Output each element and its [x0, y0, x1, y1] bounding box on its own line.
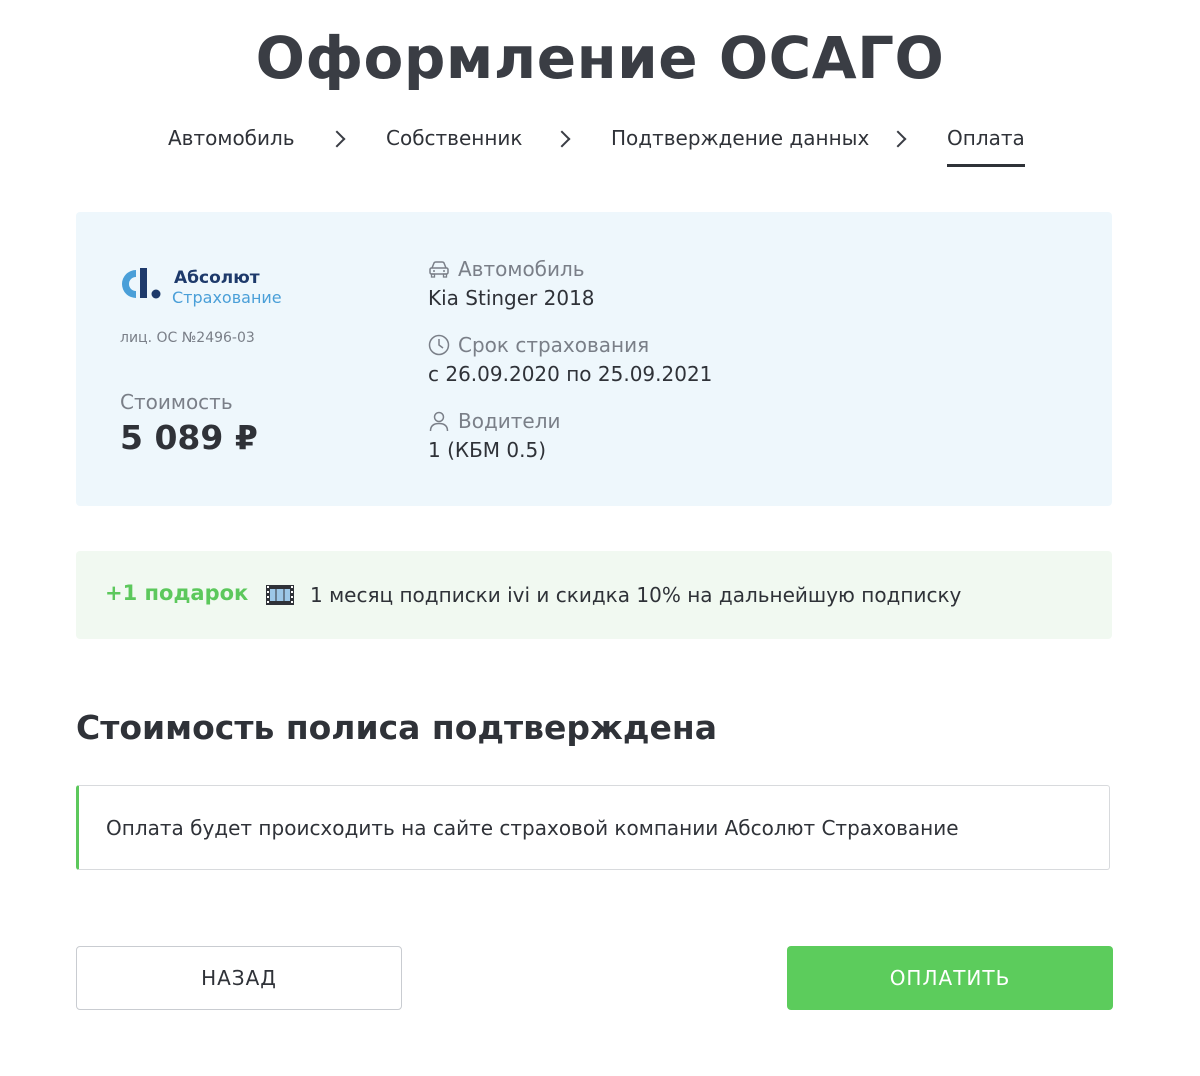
chevron-right-icon [328, 130, 346, 148]
payment-notice-text: Оплата будет происходить на сайте страхо… [106, 816, 959, 840]
pay-button[interactable]: ОПЛАТИТЬ [787, 946, 1113, 1010]
term-info: Срок страхования с 26.09.2020 по 25.09.2… [428, 332, 712, 386]
user-icon [429, 411, 449, 432]
gift-description: 1 месяц подписки ivi и скидка 10% на дал… [310, 583, 962, 607]
insurer-name-line2: Страхование [172, 288, 282, 307]
back-button[interactable]: НАЗАД [76, 946, 402, 1010]
step-owner[interactable]: Собственник [386, 126, 523, 150]
page-title: Оформление ОСАГО [255, 24, 945, 92]
chevron-right-icon [553, 130, 571, 148]
drivers-value: 1 (КБМ 0.5) [428, 438, 547, 462]
cost-label: Стоимость [120, 390, 233, 414]
offer-card: Абсолют Страхование лиц. ОС №2496-03 Сто… [76, 212, 1112, 506]
license-number: лиц. ОС №2496-03 [120, 330, 255, 346]
gift-banner: +1 подарок 1 месяц подписки ivi и скидка… [76, 551, 1112, 639]
car-label: Автомобиль [458, 257, 585, 281]
gift-label: +1 подарок [105, 581, 249, 605]
absolut-logo-icon [121, 268, 161, 299]
car-info: Автомобиль Kia Stinger 2018 [428, 256, 595, 310]
drivers-label: Водители [458, 409, 561, 433]
confirmation-title: Стоимость полиса подтверждена [76, 708, 717, 747]
insurer-logo: Абсолют Страхование [120, 266, 290, 307]
step-data-confirmation[interactable]: Подтверждение данных [611, 126, 869, 150]
step-car[interactable]: Автомобиль [168, 126, 295, 150]
osago-payment-page: Оформление ОСАГО Автомобиль Собственник … [0, 0, 1200, 1076]
car-icon [429, 261, 449, 278]
film-icon [266, 585, 294, 605]
step-payment[interactable]: Оплата [947, 126, 1025, 167]
cost-value: 5 089 ₽ [120, 418, 258, 457]
car-value: Kia Stinger 2018 [428, 286, 595, 310]
chevron-right-icon [889, 130, 907, 148]
stepper: Автомобиль Собственник Подтверждение дан… [0, 122, 1200, 172]
insurer-name-line1: Абсолют [174, 268, 260, 288]
term-value: с 26.09.2020 по 25.09.2021 [428, 362, 713, 386]
clock-icon [428, 334, 450, 356]
payment-notice: Оплата будет происходить на сайте страхо… [76, 785, 1110, 870]
term-label: Срок страхования [458, 333, 650, 357]
drivers-info: Водители 1 (КБМ 0.5) [428, 408, 561, 462]
